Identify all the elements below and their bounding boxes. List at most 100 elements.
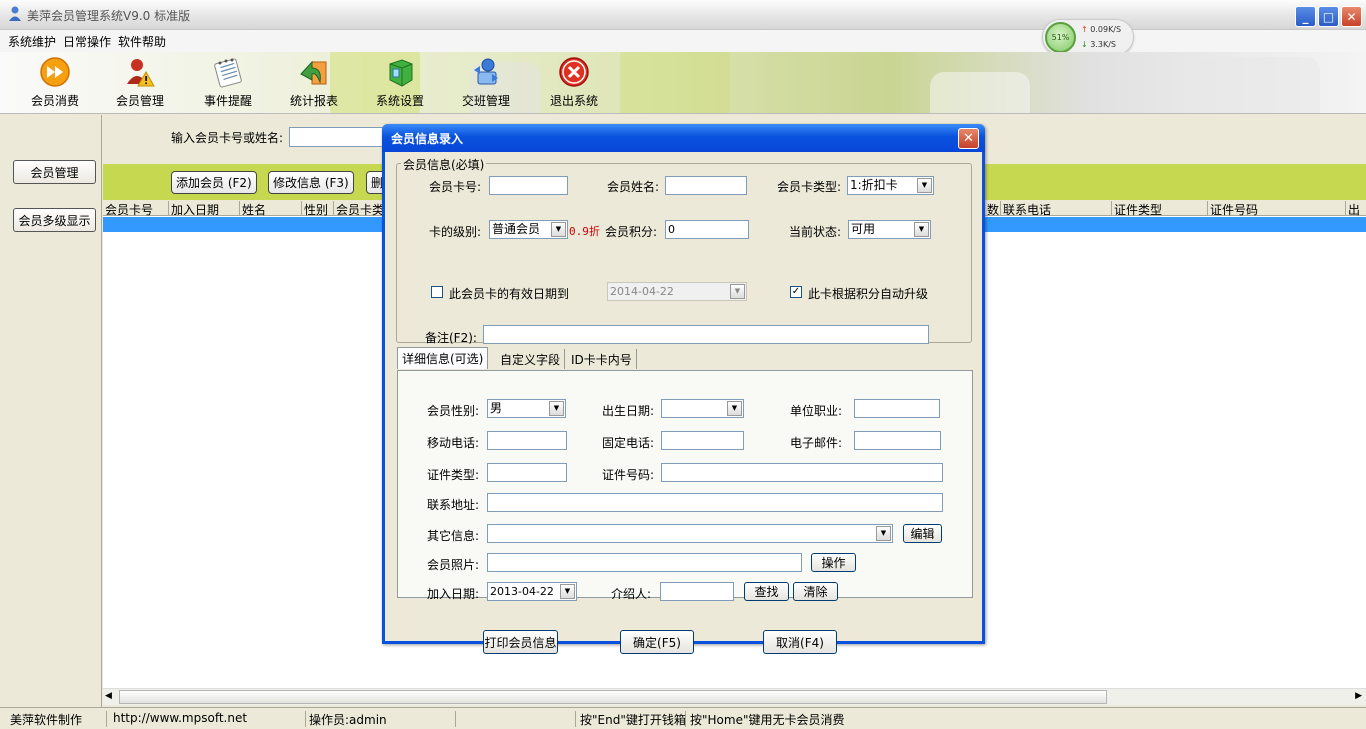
address-label: 联系地址: (427, 498, 480, 512)
scroll-left-icon[interactable]: ◀ (105, 691, 112, 701)
state-value: 可用 (851, 222, 876, 236)
toolbar-member-consume[interactable]: 会员消费 (20, 56, 90, 109)
idtype-label: 证件类型: (427, 468, 480, 482)
card-no-input[interactable] (489, 176, 568, 195)
exit-icon (559, 57, 589, 87)
member-manage-button[interactable]: 会员管理 (13, 160, 96, 184)
status-operator: 操作员:admin (305, 711, 456, 727)
dropdown-arrow-icon[interactable]: ▼ (551, 222, 566, 237)
download-speed: 3.3K/S (1090, 40, 1116, 49)
state-label: 当前状态: (789, 225, 842, 239)
state-select[interactable]: 可用 ▼ (848, 220, 931, 239)
tab-details[interactable]: 详细信息(可选) (397, 347, 489, 369)
column-header[interactable]: 会员卡类 (334, 201, 384, 216)
menu-daily[interactable]: 日常操作 (63, 33, 111, 50)
column-header[interactable]: 出 (1346, 201, 1366, 216)
find-referrer-button[interactable]: 查找 (744, 582, 789, 601)
dropdown-arrow-icon[interactable]: ▼ (730, 284, 745, 299)
dropdown-arrow-icon[interactable]: ▼ (560, 584, 575, 599)
scrollbar-thumb[interactable] (119, 690, 1107, 704)
remark-input[interactable] (483, 325, 929, 344)
toolbar-statistics[interactable]: 统计报表 (279, 56, 349, 109)
cancel-button[interactable]: 取消(F4) (763, 630, 837, 654)
toolbar-system-settings[interactable]: 系统设置 (365, 56, 435, 109)
email-input[interactable] (854, 431, 941, 450)
menu-help[interactable]: 软件帮助 (118, 33, 166, 50)
join-date-picker[interactable]: 2013-04-22 ▼ (487, 582, 577, 601)
photo-operate-button[interactable]: 操作 (811, 553, 856, 572)
status-bar: 美萍软件制作 http://www.mpsoft.net 操作员:admin 按… (0, 707, 1366, 729)
toolbar-member-manage[interactable]: 会员管理 (105, 56, 175, 109)
fast-forward-icon (40, 57, 70, 87)
cpu-usage-gauge: 51% (1045, 22, 1076, 53)
minimize-button[interactable]: _ (1295, 6, 1316, 27)
expire-checkbox[interactable] (431, 286, 443, 298)
users-warning-icon (127, 59, 155, 87)
toolbar-event-reminder[interactable]: 事件提醒 (193, 56, 263, 109)
column-header[interactable]: 证件类型 (1112, 201, 1208, 216)
toolbar-label: 系统设置 (375, 94, 424, 108)
tab-id-card[interactable]: ID卡卡内号 (567, 349, 637, 369)
referrer-input[interactable] (660, 582, 734, 601)
download-arrow-icon: ↓ (1081, 40, 1088, 49)
card-type-select[interactable]: 1:折扣卡 ▼ (847, 176, 934, 195)
name-label: 会员姓名: (607, 180, 660, 194)
dropdown-arrow-icon[interactable]: ▼ (914, 222, 929, 237)
status-url: http://www.mpsoft.net (109, 711, 306, 727)
tab-custom-fields[interactable]: 自定义字段 (496, 349, 566, 369)
toolbar-exit[interactable]: 退出系统 (539, 56, 609, 109)
mobile-input[interactable] (487, 431, 567, 450)
print-member-button[interactable]: 打印会员信息 (483, 630, 558, 654)
toolbar-shift-management[interactable]: 交班管理 (451, 56, 521, 109)
ok-button[interactable]: 确定(F5) (620, 630, 694, 654)
edit-member-button[interactable]: 修改信息 (F3) (268, 171, 354, 194)
column-header[interactable]: 姓名 (240, 201, 302, 216)
column-header[interactable]: 加入日期 (169, 201, 240, 216)
member-multilevel-button[interactable]: 会员多级显示 (13, 208, 96, 232)
clear-referrer-button[interactable]: 清除 (793, 582, 838, 601)
dropdown-arrow-icon[interactable]: ▼ (876, 526, 891, 541)
column-header[interactable]: 联系电话 (1001, 201, 1112, 216)
column-header[interactable]: 数 (985, 201, 1001, 216)
search-input[interactable] (289, 127, 389, 147)
scroll-right-icon[interactable]: ▶ (1355, 691, 1362, 701)
dropdown-arrow-icon[interactable]: ▼ (549, 401, 564, 416)
close-button[interactable]: ✕ (1341, 6, 1362, 27)
dialog-body: 会员信息(必填) 会员卡号: 会员姓名: 会员卡类型: 1:折扣卡 ▼ 卡的级别:… (385, 152, 982, 654)
phone-input[interactable] (661, 431, 744, 450)
dropdown-arrow-icon[interactable]: ▼ (727, 401, 742, 416)
idno-input[interactable] (661, 463, 943, 482)
upload-arrow-icon: ↑ (1081, 25, 1088, 34)
level-select[interactable]: 普通会员 ▼ (489, 220, 568, 239)
auto-upgrade-checkbox[interactable]: ✓ (790, 286, 802, 298)
toolbar-label: 会员管理 (115, 94, 164, 108)
name-input[interactable] (665, 176, 747, 195)
status-vendor: 美萍软件制作 (6, 711, 107, 727)
other-select[interactable]: ▼ (487, 524, 893, 543)
phone-label: 固定电话: (602, 436, 655, 450)
horizontal-scrollbar[interactable]: ◀ ▶ (103, 688, 1366, 705)
status-hint-home: 按"Home"键用无卡会员消费 (690, 713, 845, 727)
job-input[interactable] (854, 399, 940, 418)
photo-input[interactable] (487, 553, 802, 572)
expire-date-picker[interactable]: 2014-04-22 ▼ (607, 282, 747, 301)
column-header[interactable]: 证件号码 (1208, 201, 1346, 216)
dialog-title: 会员信息录入 (391, 132, 464, 146)
points-input[interactable]: 0 (665, 220, 749, 239)
address-input[interactable] (487, 493, 943, 512)
menu-system[interactable]: 系统维护 (8, 33, 56, 50)
edit-other-button[interactable]: 编辑 (903, 524, 942, 543)
network-monitor-widget[interactable]: 51% ↑ 0.09K/S ↓ 3.3K/S (1042, 19, 1134, 55)
birthday-label: 出生日期: (602, 404, 655, 418)
gender-select[interactable]: 男 ▼ (487, 399, 566, 418)
idtype-input[interactable] (487, 463, 567, 482)
birthday-picker[interactable]: ▼ (661, 399, 744, 418)
add-member-button[interactable]: 添加会员 (F2) (171, 171, 257, 194)
column-header[interactable]: 性别 (302, 201, 334, 216)
dropdown-arrow-icon[interactable]: ▼ (917, 178, 932, 193)
dialog-close-icon[interactable]: ✕ (958, 128, 979, 149)
maximize-button[interactable]: □ (1318, 6, 1339, 27)
referrer-label: 介绍人: (611, 587, 652, 601)
auto-upgrade-label: 此卡根据积分自动升级 (808, 287, 929, 301)
column-header[interactable]: 会员卡号 (103, 201, 169, 216)
